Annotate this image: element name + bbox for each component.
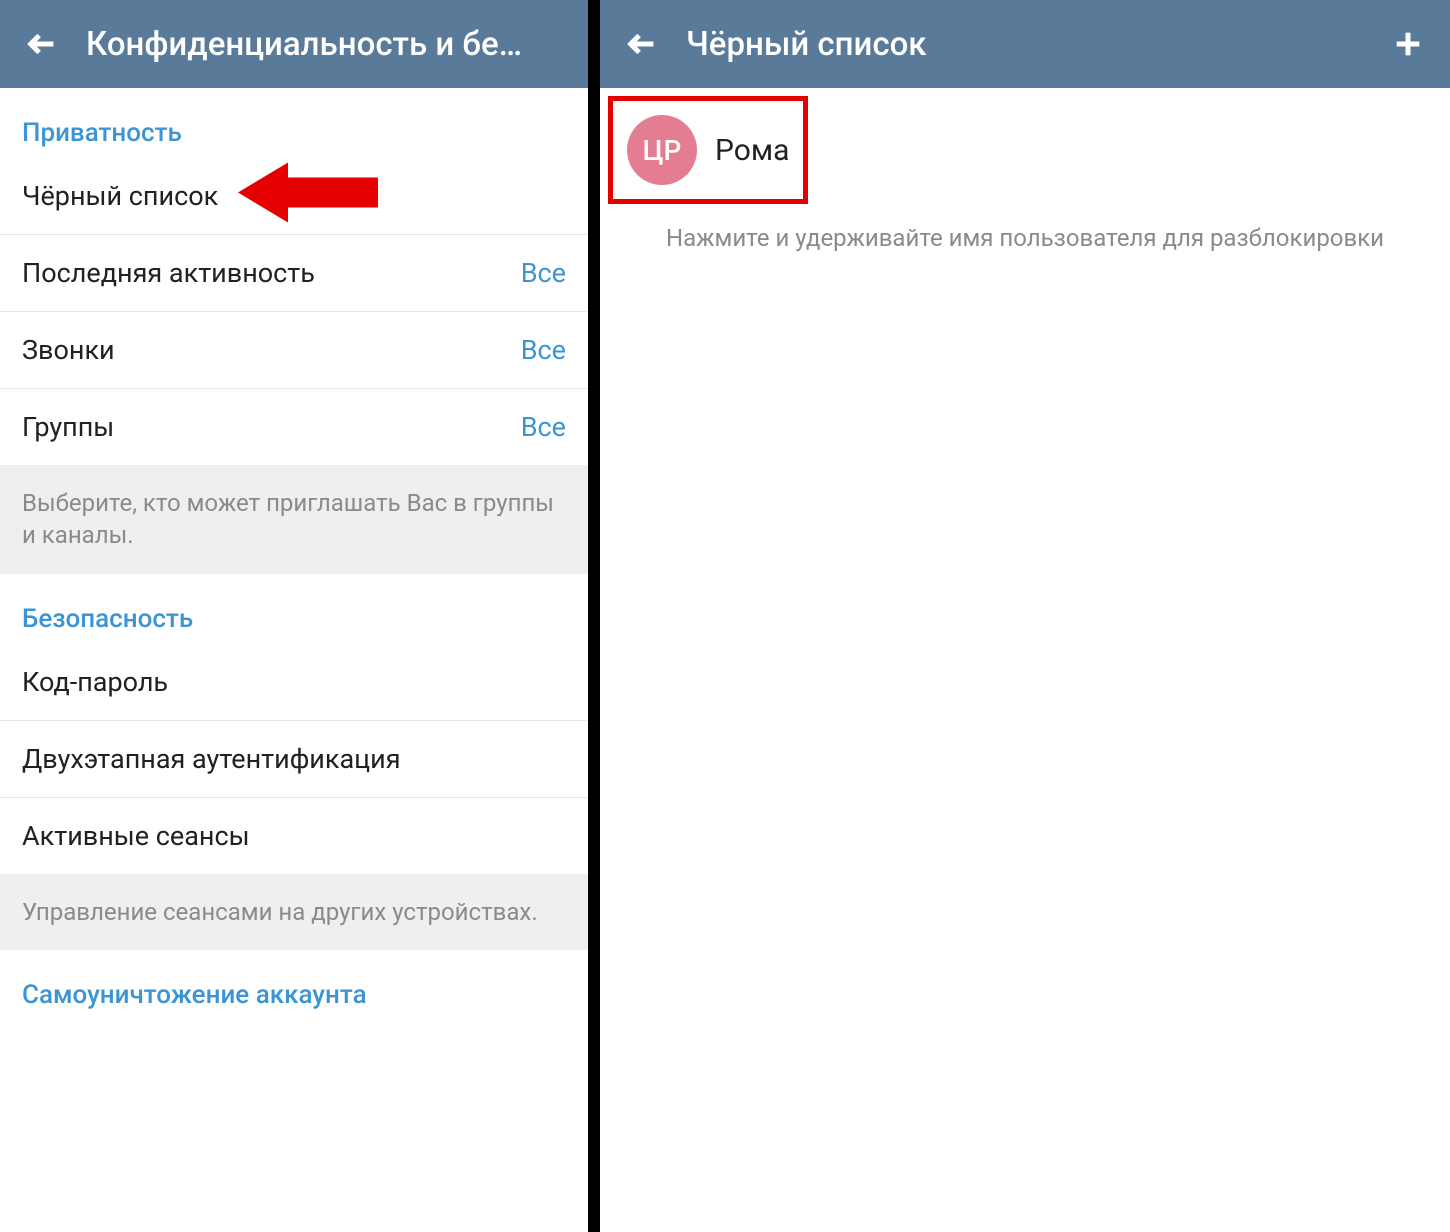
add-button[interactable]	[1384, 20, 1432, 68]
arrow-left-icon	[625, 27, 659, 61]
blacklist-hint: Нажмите и удерживайте имя пользователя д…	[600, 222, 1450, 256]
row-label: Двухэтапная аутентификация	[22, 743, 401, 775]
section-title-security: Безопасность	[0, 574, 588, 644]
row-groups[interactable]: Группы Все	[0, 389, 588, 465]
security-hint: Управление сеансами на других устройства…	[0, 874, 588, 950]
row-label: Звонки	[22, 334, 115, 366]
header-left: Конфиденциальность и бе…	[0, 0, 588, 88]
row-label: Группы	[22, 411, 114, 443]
contact-name: Рома	[715, 133, 789, 168]
privacy-settings-pane: Конфиденциальность и бе… Приватность Чёр…	[0, 0, 588, 1232]
header-right: Чёрный список	[600, 0, 1450, 88]
section-title-privacy: Приватность	[0, 88, 588, 158]
blocked-contact[interactable]: ЦР Рома	[608, 96, 808, 204]
page-title: Конфиденциальность и бе…	[86, 25, 570, 64]
blacklist-pane: Чёрный список ЦР Рома Нажмите и удержива…	[600, 0, 1450, 1232]
row-two-step[interactable]: Двухэтапная аутентификация	[0, 721, 588, 798]
back-button[interactable]	[18, 20, 66, 68]
section-title-self-destruct: Самоуничтожение аккаунта	[0, 950, 588, 1020]
avatar: ЦР	[627, 115, 697, 185]
row-calls[interactable]: Звонки Все	[0, 312, 588, 389]
row-label: Активные сеансы	[22, 820, 250, 852]
back-button[interactable]	[618, 20, 666, 68]
row-label: Код-пароль	[22, 666, 168, 698]
annotation-arrow-icon	[238, 163, 378, 230]
row-passcode[interactable]: Код-пароль	[0, 644, 588, 721]
arrow-left-icon	[25, 27, 59, 61]
row-label: Чёрный список	[22, 180, 218, 212]
pane-separator	[588, 0, 600, 1232]
row-label: Последняя активность	[22, 257, 315, 289]
row-blacklist[interactable]: Чёрный список	[0, 158, 588, 235]
page-title: Чёрный список	[686, 25, 1364, 64]
row-value: Все	[521, 411, 566, 443]
row-sessions[interactable]: Активные сеансы	[0, 798, 588, 874]
row-value: Все	[521, 257, 566, 289]
row-last-seen[interactable]: Последняя активность Все	[0, 235, 588, 312]
plus-icon	[1391, 27, 1425, 61]
privacy-hint: Выберите, кто может приглашать Вас в гру…	[0, 465, 588, 574]
row-value: Все	[521, 334, 566, 366]
